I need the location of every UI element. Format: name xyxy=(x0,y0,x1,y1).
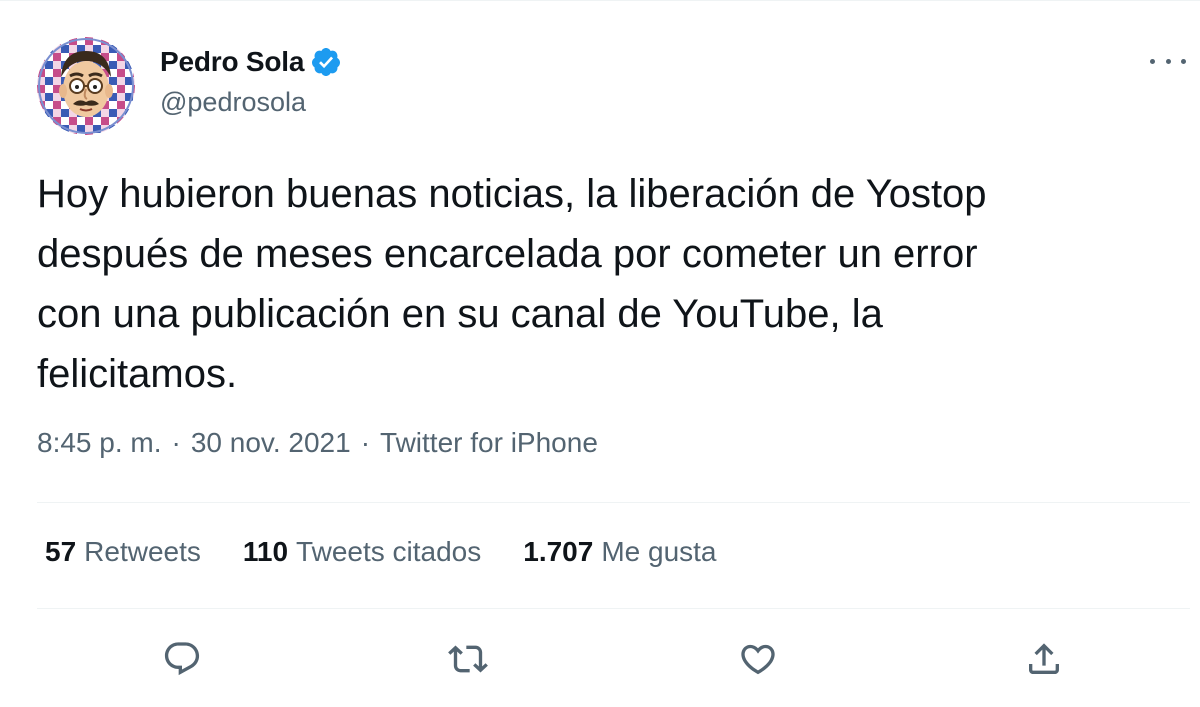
likes-label: Me gusta xyxy=(601,536,717,567)
quote-tweets-label: Tweets citados xyxy=(296,536,482,567)
engagement-stats: 57 Retweets 110 Tweets citados 1.707 Me … xyxy=(45,536,759,568)
reply-button[interactable] xyxy=(160,637,204,681)
like-icon xyxy=(741,644,775,675)
reply-icon xyxy=(164,642,200,676)
verified-badge-icon xyxy=(310,46,342,78)
author-name-row[interactable]: Pedro Sola xyxy=(160,45,342,79)
tweet-metadata: 8:45 p. m. · 30 nov. 2021 · Twitter for … xyxy=(37,427,598,459)
quote-tweets-stat[interactable]: 110 Tweets citados xyxy=(243,536,481,568)
username-handle[interactable]: @pedrosola xyxy=(160,87,306,118)
more-options-icon[interactable] xyxy=(1150,49,1186,73)
retweet-button[interactable] xyxy=(446,637,490,681)
share-icon xyxy=(1029,643,1059,674)
tweet-card: Pedro Sola @pedrosola Hoy hubieron buena… xyxy=(0,0,1200,707)
retweets-stat[interactable]: 57 Retweets xyxy=(45,536,201,568)
meta-separator: · xyxy=(171,427,181,458)
like-button[interactable] xyxy=(736,637,780,681)
likes-count: 1.707 xyxy=(523,536,594,567)
tweet-text: Hoy hubieron buenas noticias, la liberac… xyxy=(37,172,987,396)
divider xyxy=(37,502,1190,503)
share-button[interactable] xyxy=(1022,637,1066,681)
retweets-count: 57 xyxy=(45,536,77,567)
tweet-source[interactable]: Twitter for iPhone xyxy=(380,427,598,459)
divider xyxy=(37,608,1190,609)
tweet-date[interactable]: 30 nov. 2021 xyxy=(191,427,351,459)
retweet-icon xyxy=(448,645,488,673)
tweet-time[interactable]: 8:45 p. m. xyxy=(37,427,162,459)
meta-separator: · xyxy=(360,427,371,458)
avatar[interactable] xyxy=(37,37,135,135)
display-name[interactable]: Pedro Sola xyxy=(160,46,304,78)
likes-stat[interactable]: 1.707 Me gusta xyxy=(523,536,716,568)
quote-tweets-count: 110 xyxy=(242,536,289,567)
retweets-label: Retweets xyxy=(84,536,201,567)
avatar-image xyxy=(37,37,135,135)
